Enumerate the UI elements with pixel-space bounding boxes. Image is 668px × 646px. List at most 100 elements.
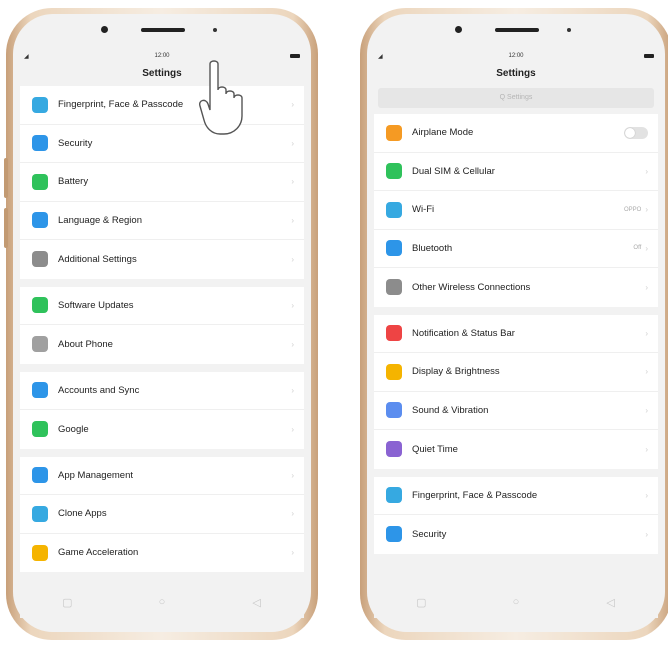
camera-icon [455, 26, 462, 33]
chevron-right-icon: › [291, 300, 294, 310]
toggle-knob [625, 127, 635, 138]
language-icon [32, 212, 48, 229]
settings-item[interactable]: Wi-Fi OPPO › [374, 191, 658, 230]
home-icon[interactable]: ○ [155, 595, 169, 609]
notification-icon [386, 325, 402, 342]
settings-group: Accounts and Sync › Google › [20, 371, 304, 449]
settings-item-label: Display & Brightness [412, 366, 500, 378]
speaker-grille [141, 28, 185, 32]
sensor-icon [213, 28, 217, 32]
chevron-right-icon: › [291, 100, 294, 110]
settings-item[interactable]: Quiet Time › [374, 430, 658, 469]
chevron-right-icon: › [291, 385, 294, 395]
fingerprint-icon [386, 487, 402, 504]
chevron-right-icon: › [645, 205, 648, 215]
chevron-right-icon: › [291, 177, 294, 187]
chevron-right-icon: › [291, 470, 294, 480]
chevron-right-icon: › [645, 405, 648, 415]
settings-item[interactable]: Security › [374, 515, 658, 554]
settings-item[interactable]: Battery › [20, 163, 304, 202]
page-title: Settings [142, 68, 182, 79]
game-icon [32, 544, 48, 561]
settings-list: Airplane Mode Dual SIM & Cellular › Wi-Fi OP… [374, 114, 658, 554]
bluetooth-icon [386, 240, 402, 257]
battery-icon [32, 173, 48, 190]
chevron-right-icon: › [291, 509, 294, 519]
sensor-icon [567, 28, 571, 32]
settings-item[interactable]: Game Acceleration › [20, 534, 304, 573]
settings-item[interactable]: Software Updates › [20, 287, 304, 325]
settings-item-label: Airplane Mode [412, 127, 474, 139]
settings-item-label: Clone Apps [58, 508, 107, 520]
settings-item[interactable]: Language & Region › [20, 202, 304, 240]
shield-icon [386, 526, 402, 543]
account-icon [32, 382, 48, 399]
chevron-right-icon: › [645, 243, 648, 253]
chevron-right-icon: › [645, 444, 648, 454]
side-button [4, 158, 8, 198]
settings-item-label: Accounts and Sync [58, 384, 140, 396]
settings-item-label: About Phone [58, 338, 113, 350]
settings-item-label: Wi-Fi [412, 204, 435, 216]
hand-pointer-icon [198, 60, 243, 135]
settings-item[interactable]: Other Wireless Connections › [374, 268, 658, 307]
settings-item-label: App Management [58, 469, 133, 481]
phone-top-bar [367, 14, 665, 50]
settings-item-label: Bluetooth [412, 242, 453, 254]
settings-list: Fingerprint, Face & Passcode › Security › Ba… [20, 86, 304, 572]
recent-apps-icon[interactable]: ▢ [60, 595, 74, 609]
settings-item-label: Security [58, 137, 93, 149]
battery-status-icon [290, 54, 300, 58]
settings-item-label: Language & Region [58, 214, 142, 226]
settings-item[interactable]: Bluetooth Off › [374, 230, 658, 268]
navigation-bar: ▢ ○ ◁ [20, 586, 304, 618]
screen: ◢ 12:00 Settings Q Settings Airplane Mod… [374, 50, 658, 586]
back-icon[interactable]: ◁ [250, 595, 264, 609]
fingerprint-icon [32, 96, 48, 113]
chevron-right-icon: › [291, 548, 294, 558]
chevron-right-icon: › [645, 166, 648, 176]
status-time: 12:00 [154, 53, 170, 59]
sim-icon [386, 163, 402, 180]
settings-item[interactable]: Notification & Status Bar › [374, 315, 658, 353]
settings-item[interactable]: Accounts and Sync › [20, 372, 304, 410]
settings-item-label: Quiet Time [412, 443, 458, 455]
settings-item-label: Sound & Vibration [412, 404, 489, 416]
settings-item[interactable]: Security › [20, 125, 304, 163]
settings-item[interactable]: Airplane Mode [374, 114, 658, 153]
settings-item[interactable]: Fingerprint, Face & Passcode › [20, 86, 304, 125]
battery-status-icon [644, 54, 654, 58]
settings-item-label: Dual SIM & Cellular [412, 165, 495, 177]
settings-item[interactable]: Sound & Vibration › [374, 392, 658, 430]
phone-info-icon [32, 336, 48, 353]
screen: ◢ 12:00 Settings Fingerprint, Face & Pas… [20, 50, 304, 586]
update-icon [32, 297, 48, 314]
settings-item[interactable]: Fingerprint, Face & Passcode › [374, 477, 658, 515]
settings-item-label: Google [58, 423, 89, 435]
settings-item[interactable]: Dual SIM & Cellular › [374, 153, 658, 191]
settings-group: Notification & Status Bar › Display & Brig… [374, 314, 658, 469]
settings-group: App Management › Clone Apps › Game Accelerat… [20, 456, 304, 573]
speaker-grille [495, 28, 539, 32]
app-management-icon [32, 467, 48, 484]
back-icon[interactable]: ◁ [604, 595, 618, 609]
phone-right: ◢ 12:00 Settings Q Settings Airplane Mod… [360, 8, 668, 640]
display-icon [386, 363, 402, 380]
settings-item[interactable]: Google › [20, 410, 304, 449]
recent-apps-icon[interactable]: ▢ [414, 595, 428, 609]
status-bar: ◢ 12:00 [20, 50, 304, 64]
settings-item[interactable]: Display & Brightness › [374, 353, 658, 392]
settings-item[interactable]: Clone Apps › [20, 495, 304, 534]
chevron-right-icon: › [291, 254, 294, 264]
settings-item[interactable]: App Management › [20, 457, 304, 495]
search-input[interactable]: Q Settings [378, 88, 654, 108]
settings-group: Fingerprint, Face & Passcode › Security › [374, 476, 658, 554]
chevron-right-icon: › [291, 424, 294, 434]
shield-icon [32, 135, 48, 152]
chevron-right-icon: › [645, 490, 648, 500]
settings-item[interactable]: About Phone › [20, 325, 304, 364]
chevron-right-icon: › [291, 215, 294, 225]
home-icon[interactable]: ○ [509, 595, 523, 609]
settings-item[interactable]: Additional Settings › [20, 240, 304, 279]
airplane-mode-toggle[interactable] [624, 126, 648, 139]
